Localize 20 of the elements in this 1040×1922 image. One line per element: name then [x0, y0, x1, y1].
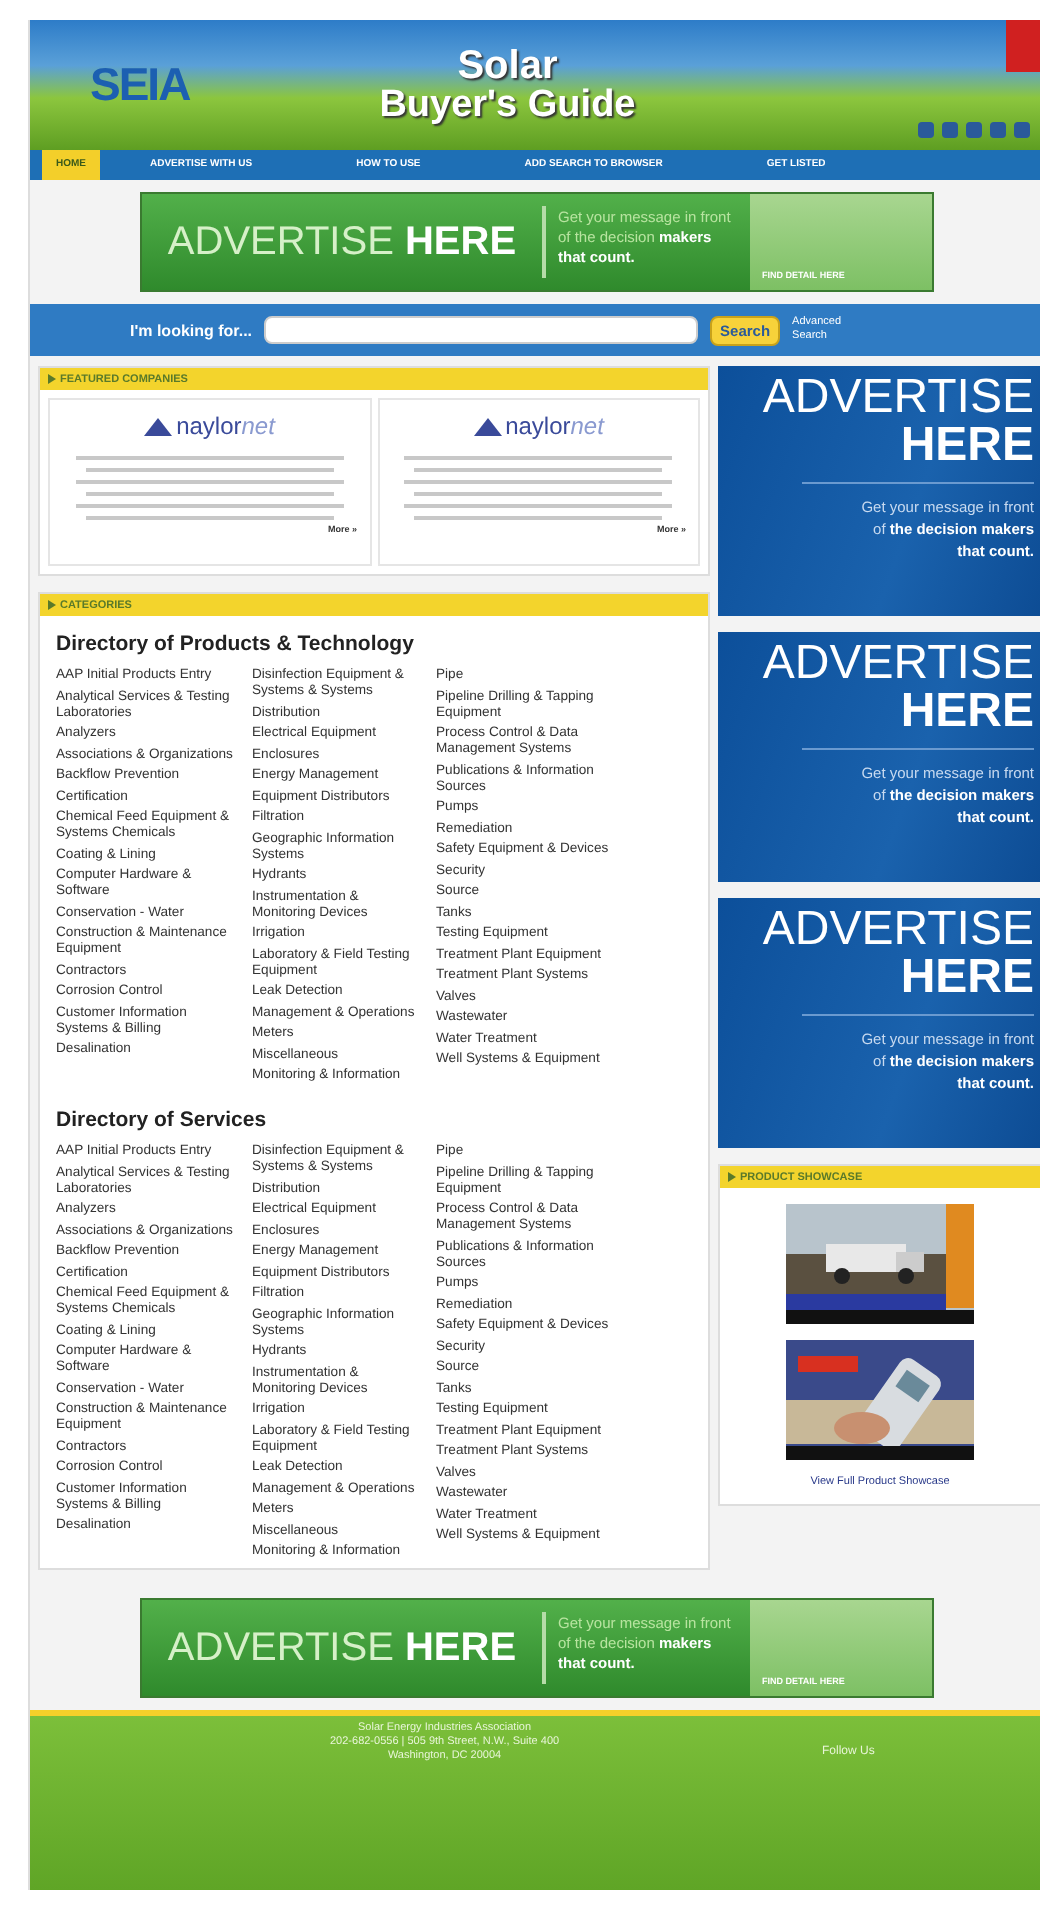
arrow-icon — [728, 1172, 736, 1182]
search-label: I'm looking for... — [130, 321, 253, 339]
search-field[interactable] — [264, 316, 699, 344]
company-logo: naylornet — [176, 412, 275, 440]
triangle-icon — [144, 417, 173, 435]
site-title: Solar — [455, 45, 560, 85]
directory-title: Directory of Products & Technology — [56, 632, 416, 656]
ad-headline: ADVERTISE HERE — [760, 374, 1034, 470]
logo-text: SEIA — [90, 58, 190, 112]
directory-title: Directory of Services — [56, 1108, 269, 1132]
ad-headline: ADVERTISE HERE — [760, 640, 1034, 736]
site-subtitle: Buyer's Guide — [379, 85, 636, 125]
banner-headline: ADVERTISE HERE — [167, 1625, 517, 1671]
corner-ribbon — [1006, 20, 1040, 72]
banner-headline: ADVERTISE HERE — [167, 219, 517, 265]
arrow-icon — [48, 374, 56, 384]
ad-headline: ADVERTISE HERE — [760, 906, 1034, 1002]
arrow-icon — [48, 600, 56, 610]
triangle-icon — [473, 417, 502, 435]
company-logo: naylornet — [505, 412, 604, 440]
